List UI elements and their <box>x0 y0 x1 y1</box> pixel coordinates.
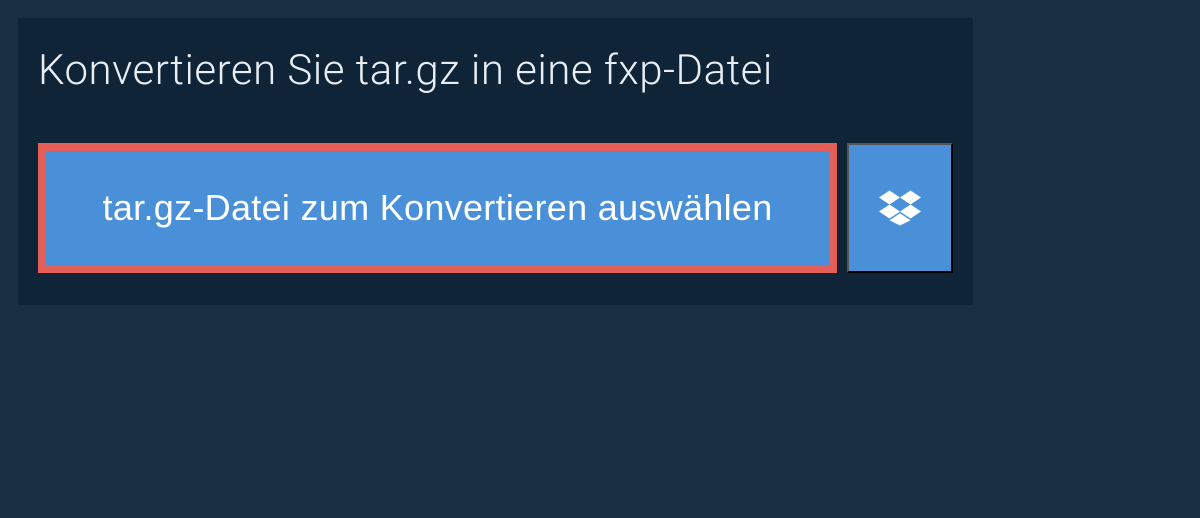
select-file-button[interactable]: tar.gz-Datei zum Konvertieren auswählen <box>38 143 837 273</box>
dropbox-button[interactable] <box>847 143 953 273</box>
converter-panel: Konvertieren Sie tar.gz in eine fxp-Date… <box>18 18 973 305</box>
dropbox-icon <box>879 187 921 229</box>
page-title: Konvertieren Sie tar.gz in eine fxp-Date… <box>18 18 973 123</box>
button-row: tar.gz-Datei zum Konvertieren auswählen <box>18 123 973 305</box>
